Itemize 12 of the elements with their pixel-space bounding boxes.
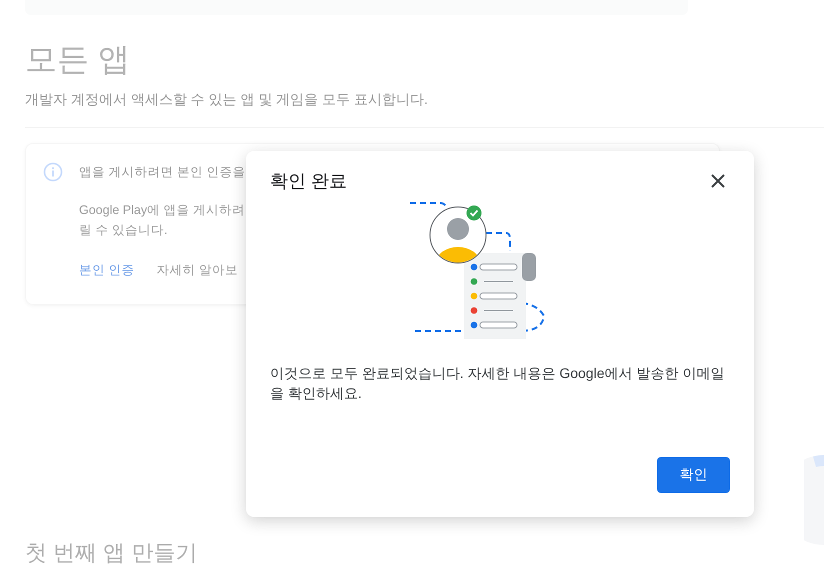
dialog-title: 확인 완료 bbox=[270, 170, 348, 193]
notice-text: Google Play에 앱을 게시하려 릴 수 있습니다. bbox=[79, 202, 246, 239]
notice-link[interactable]: 본인 인증 bbox=[79, 260, 134, 280]
notice-title: 앱을 게시하려면 본인 인증을 bbox=[79, 164, 246, 181]
notice-link[interactable]: 자세히 알아보 bbox=[156, 260, 238, 280]
page-subtitle: 개발자 계정에서 액세스할 수 있는 앱 및 게임을 모두 표시합니다. bbox=[25, 90, 429, 109]
close-icon bbox=[710, 173, 726, 189]
confirm-button[interactable]: 확인 bbox=[657, 457, 730, 493]
dialog-message: 이것으로 모두 완료되었습니다. 자세한 내용은 Google에서 발송한 이메일을 확인하세요. bbox=[270, 364, 726, 403]
section-title: 첫 번째 앱 만들기 bbox=[25, 539, 198, 567]
page-title: 모든 앱 bbox=[25, 40, 131, 79]
info-icon bbox=[43, 162, 63, 182]
